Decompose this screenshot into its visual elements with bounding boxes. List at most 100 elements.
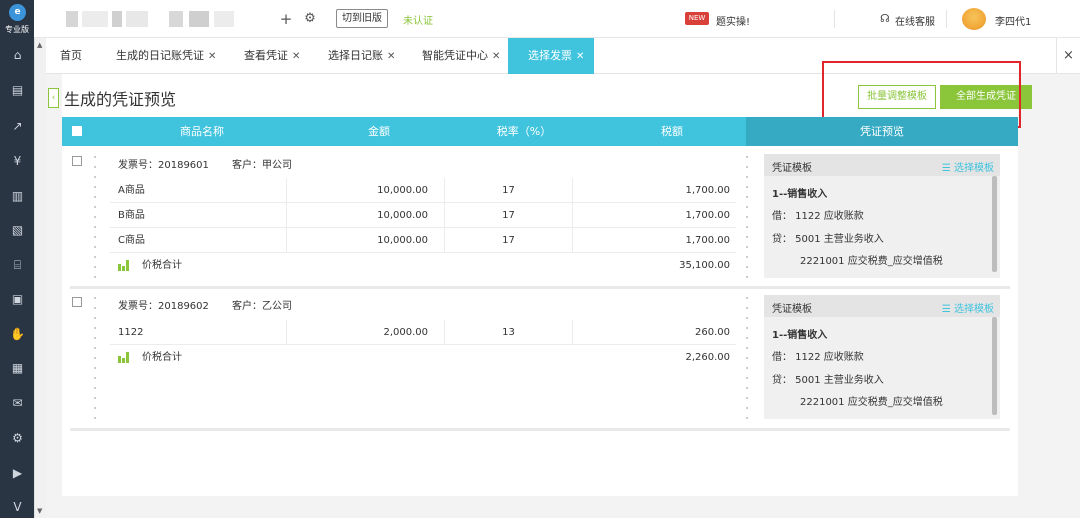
voucher-scrollbar[interactable] (992, 176, 997, 272)
blurred-company-name (169, 11, 183, 27)
table-row[interactable]: C商品 10,000.00 17 1,700.00 (110, 228, 736, 253)
hand-coin-icon[interactable]: ✋ (10, 327, 25, 342)
logo-glyph: e (9, 4, 26, 21)
dotted-divider (746, 293, 748, 423)
template-name: 1--销售收入 (772, 189, 828, 200)
gear-icon[interactable]: ⚙ (302, 10, 318, 28)
tab-view-voucher[interactable]: 查看凭证 ✕ (240, 38, 304, 74)
table-row[interactable]: 1122 2,000.00 13 260.00 (110, 320, 736, 345)
voucher-scrollbar[interactable] (992, 317, 997, 415)
item-tax: 1,700.00 (572, 228, 736, 253)
template-name: 1--销售收入 (772, 330, 828, 341)
close-icon[interactable]: ✕ (576, 51, 584, 62)
promo-new-icon[interactable]: NEW (685, 12, 709, 25)
plus-icon[interactable]: + (278, 10, 294, 28)
tab-select-journal[interactable]: 选择日记账 ✕ (324, 38, 399, 74)
credit-line: 贷： 5001 主营业务收入 (772, 375, 884, 386)
select-template-link[interactable]: ☰ 选择模板 (942, 159, 994, 174)
select-all-checkbox[interactable] (72, 126, 82, 136)
invoice-number: 发票号：20189602 (118, 301, 209, 312)
voucher-preview-card: 凭证模板 ☰ 选择模板 1--销售收入 借： 1122 应收账款 贷： 5001… (764, 154, 1000, 278)
item-name: C商品 (118, 235, 145, 246)
inbox-icon[interactable]: ✉ (10, 396, 25, 411)
switch-old-version-button[interactable]: 切到旧版 (336, 9, 388, 28)
dotted-divider (94, 152, 96, 282)
bank-icon[interactable]: ⌸ (10, 258, 25, 273)
credit-line-2: 2221001 应交税费_应交增值税 (800, 256, 943, 267)
receipt-icon[interactable]: ▦ (10, 361, 25, 376)
top-bar: + ⚙ 切到旧版 未认证 NEW 题实操! ☊ 在线客服 李四代1 (34, 0, 1080, 38)
tab-smart-voucher-center[interactable]: 智能凭证中心 ✕ (418, 38, 504, 74)
bar-chart-icon (118, 351, 130, 363)
invoice-block: 发票号：20189602 客户：乙公司 1122 2,000.00 13 260… (70, 289, 1010, 427)
invoice-checkbox[interactable] (72, 156, 82, 166)
customer-name: 客户：甲公司 (232, 160, 292, 171)
invoice-separator (70, 428, 1010, 431)
invoice-checkbox[interactable] (72, 297, 82, 307)
total-value: 35,100.00 (679, 260, 730, 271)
app-logo[interactable]: e 专业版 (0, 0, 34, 38)
scroll-up-icon[interactable]: ▲ (37, 41, 42, 49)
settings-icon[interactable]: ⚙ (10, 431, 25, 446)
tab-label: 查看凭证 (244, 49, 288, 62)
credit-line-2: 2221001 应交税费_应交增值税 (800, 397, 943, 408)
tab-label: 选择日记账 (328, 49, 383, 62)
voucher-preview-card: 凭证模板 ☰ 选择模板 1--销售收入 借： 1122 应收账款 贷： 5001… (764, 295, 1000, 419)
money-bag-icon[interactable]: ¥ (10, 154, 25, 169)
online-service-link[interactable]: 在线客服 (895, 13, 935, 28)
bar-chart-icon (118, 259, 130, 271)
document-icon[interactable]: ▧ (10, 223, 25, 238)
table-header: 商品名称 金额 税率（%） 税额 凭证预览 (62, 117, 1018, 146)
item-name: B商品 (118, 210, 145, 221)
blurred-company-name (189, 11, 209, 27)
template-label: 凭证模板 (772, 304, 812, 315)
item-name: 1122 (118, 327, 144, 338)
blurred-company-name (214, 11, 234, 27)
total-row: 价税合计 35,100.00 (110, 253, 736, 278)
item-rate: 17 (444, 228, 572, 253)
select-template-link[interactable]: ☰ 选择模板 (942, 300, 994, 315)
header-tax: 税额 (661, 125, 683, 138)
blurred-company-name (66, 11, 78, 27)
tab-journal-vouchers[interactable]: 生成的日记账凭证 ✕ (112, 38, 220, 74)
tab-label: 选择发票 (528, 49, 572, 62)
table-row[interactable]: B商品 10,000.00 17 1,700.00 (110, 203, 736, 228)
item-tax: 260.00 (572, 320, 736, 345)
item-amount: 10,000.00 (286, 228, 438, 253)
back-icon[interactable]: ‹ (48, 88, 59, 108)
item-amount: 10,000.00 (286, 203, 438, 228)
close-icon[interactable]: ✕ (292, 51, 300, 62)
verify-status[interactable]: 未认证 (403, 12, 433, 27)
close-all-tabs-button[interactable]: × (1056, 38, 1080, 74)
header-amount: 金额 (368, 125, 390, 138)
home-icon[interactable]: ⌂ (10, 48, 25, 63)
scroll-down-icon[interactable]: ▼ (37, 507, 42, 515)
close-icon[interactable]: ✕ (208, 51, 216, 62)
total-value: 2,260.00 (685, 352, 730, 363)
chart-icon[interactable]: ↗ (10, 119, 25, 134)
avatar[interactable] (962, 8, 986, 30)
headset-icon[interactable]: ☊ (880, 12, 890, 25)
item-rate: 17 (444, 178, 572, 203)
tab-label: 生成的日记账凭证 (116, 49, 204, 62)
total-label: 价税合计 (142, 260, 182, 271)
tab-home[interactable]: 首页 (56, 38, 86, 74)
header-preview: 凭证预览 (860, 125, 904, 138)
close-icon[interactable]: ✕ (492, 51, 500, 62)
item-tax: 1,700.00 (572, 178, 736, 203)
sidebar-scrollbar[interactable]: ▲ ▼ (34, 38, 46, 518)
close-icon[interactable]: ✕ (387, 51, 395, 62)
ledger-icon[interactable]: ▤ (10, 83, 25, 98)
user-name[interactable]: 李四代1 (995, 13, 1031, 28)
report-icon[interactable]: ▣ (10, 292, 25, 307)
tab-label: 首页 (60, 49, 82, 62)
v-icon[interactable]: V (10, 500, 25, 515)
table-row[interactable]: A商品 10,000.00 17 1,700.00 (110, 178, 736, 203)
tab-select-invoice[interactable]: 选择发票 ✕ (508, 38, 594, 74)
divider (946, 10, 947, 28)
media-icon[interactable]: ▶ (10, 466, 25, 481)
promo-link[interactable]: 题实操! (716, 13, 750, 28)
book-icon[interactable]: ▥ (10, 189, 25, 204)
item-amount: 10,000.00 (286, 178, 438, 203)
item-rate: 13 (444, 320, 572, 345)
